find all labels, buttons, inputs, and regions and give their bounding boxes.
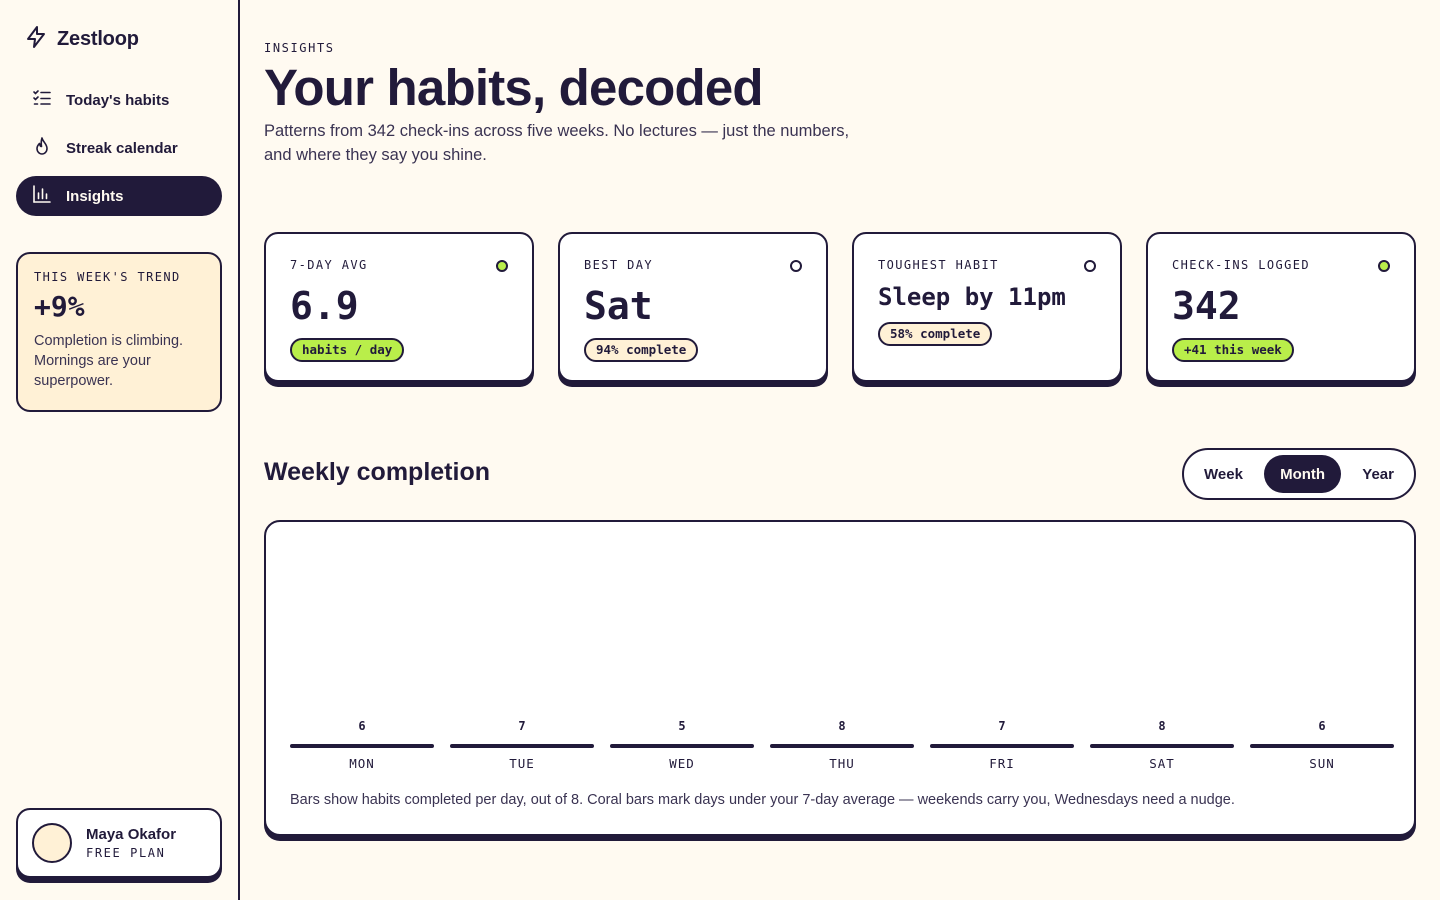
- stat-value: Sleep by 11pm: [878, 283, 1066, 311]
- stat-value: Sat: [584, 284, 653, 328]
- trend-value: +9%: [34, 290, 85, 323]
- user-plan: FREE PLAN: [86, 846, 166, 860]
- brand[interactable]: Zestloop: [24, 25, 139, 54]
- tick-label-wed: WED: [669, 756, 695, 771]
- bar-sun: [1250, 744, 1394, 748]
- stat-label: TOUGHEST HABIT: [878, 258, 999, 272]
- stat-badge: habits / day: [290, 338, 405, 362]
- stat-label: BEST DAY: [584, 258, 653, 272]
- range-toggle: Week Month Year: [1182, 448, 1416, 500]
- section-title: Weekly completion: [264, 458, 490, 486]
- stat-card-toughest-habit: TOUGHEST HABIT Sleep by 11pm 58% complet…: [852, 232, 1122, 382]
- stat-value: 342: [1172, 284, 1241, 328]
- tick-label-sun: SUN: [1309, 756, 1335, 771]
- trend-label: THIS WEEK'S TREND: [34, 270, 181, 284]
- data-label-thu: 8: [838, 719, 845, 733]
- sidebar-item-insights[interactable]: Insights: [16, 176, 222, 216]
- stat-card-7-day-avg: 7-DAY AVG 6.9 habits / day: [264, 232, 534, 382]
- stat-badge: 58% complete: [878, 322, 993, 346]
- stat-cards: 7-DAY AVG 6.9 habits / day BEST DAY Sat …: [264, 232, 1416, 382]
- sidebar: Zestloop Today's habits Streak calendar: [0, 0, 240, 900]
- stat-label: 7-DAY AVG: [290, 258, 368, 272]
- page-subtitle: Patterns from 342 check-ins across five …: [264, 122, 850, 164]
- status-dot: [1084, 260, 1096, 272]
- data-label-sat: 8: [1158, 719, 1165, 733]
- weekly-trend-card: THIS WEEK'S TREND +9% Completion is clim…: [16, 252, 222, 412]
- data-label-wed: 5: [678, 719, 685, 733]
- flame-icon: [32, 136, 52, 160]
- sidebar-nav: Today's habits Streak calendar Insights: [16, 80, 222, 224]
- trend-text: Completion is climbing. Mornings are you…: [34, 333, 184, 389]
- status-dot: [790, 260, 802, 272]
- tick-label-sat: SAT: [1149, 756, 1175, 771]
- bar-fri: [930, 744, 1074, 748]
- data-label-tue: 7: [518, 719, 525, 733]
- range-option-month[interactable]: Month: [1264, 455, 1342, 493]
- range-option-week[interactable]: Week: [1188, 455, 1259, 493]
- user-name: Maya Okafor: [86, 826, 177, 843]
- chart-note: Bars show habits completed per day, out …: [290, 792, 1235, 808]
- status-dot: [1378, 260, 1390, 272]
- bar-sat: [1090, 744, 1234, 748]
- bar-thu: [770, 744, 914, 748]
- data-label-sun: 6: [1318, 719, 1325, 733]
- page-eyebrow: INSIGHTS: [264, 41, 335, 55]
- tick-label-thu: THU: [829, 756, 855, 771]
- bar-mon: [290, 744, 434, 748]
- range-option-year[interactable]: Year: [1346, 455, 1410, 493]
- checklist-icon: [32, 88, 52, 112]
- tick-label-tue: TUE: [509, 756, 535, 771]
- data-label-mon: 6: [358, 719, 365, 733]
- status-dot: [496, 260, 508, 272]
- brand-name: Zestloop: [57, 27, 139, 50]
- sidebar-item-label: Today's habits: [66, 91, 170, 109]
- bar-tue: [450, 744, 594, 748]
- tick-label-mon: MON: [349, 756, 375, 771]
- sidebar-item-label: Streak calendar: [66, 139, 178, 157]
- bar-wed: [610, 744, 754, 748]
- sidebar-item-label: Insights: [66, 187, 124, 205]
- stat-badge: +41 this week: [1172, 338, 1294, 362]
- stat-card-check-ins-logged: CHECK-INS LOGGED 342 +41 this week: [1146, 232, 1416, 382]
- bolt-icon: [24, 25, 48, 54]
- sidebar-item-streak-calendar[interactable]: Streak calendar: [16, 128, 222, 168]
- stat-badge: 94% complete: [584, 338, 699, 362]
- stat-label: CHECK-INS LOGGED: [1172, 258, 1310, 272]
- avatar: [32, 823, 72, 863]
- user-profile[interactable]: Maya Okafor FREE PLAN: [16, 808, 222, 878]
- sidebar-item-todays-habits[interactable]: Today's habits: [16, 80, 222, 120]
- data-label-fri: 7: [998, 719, 1005, 733]
- stat-card-best-day: BEST DAY Sat 94% complete: [558, 232, 828, 382]
- page-title: Your habits, decoded: [264, 59, 764, 116]
- stat-value: 6.9: [290, 284, 359, 328]
- tick-label-fri: FRI: [989, 756, 1015, 771]
- bar-chart: 6 MON 7 TUE 5 WED 8 THU 7 FRI 8 SAT 6 SUN: [290, 719, 1394, 771]
- weekly-completion-chart: 6 MON 7 TUE 5 WED 8 THU 7 FRI 8 SAT 6 SUN Bars show h…: [264, 520, 1416, 836]
- bar-chart-icon: [32, 184, 52, 208]
